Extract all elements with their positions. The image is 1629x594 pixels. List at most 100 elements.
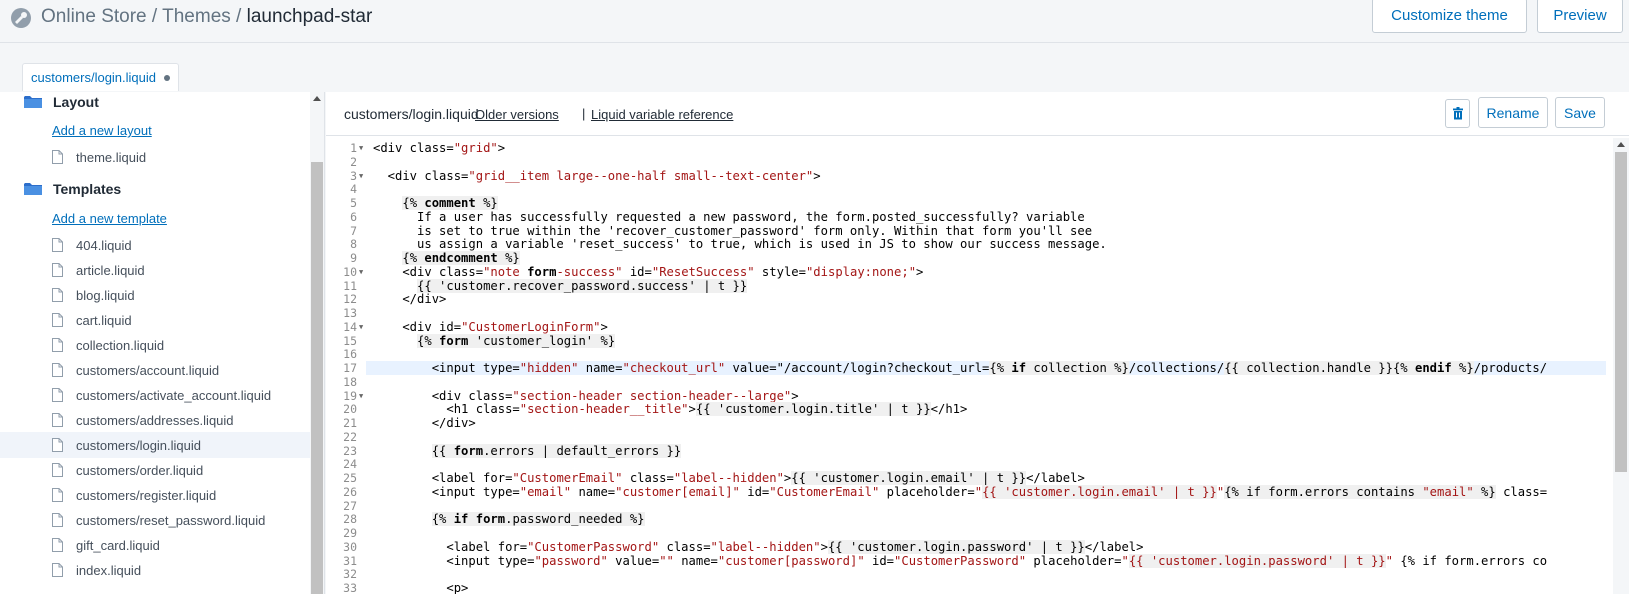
sidebar-file-label: 404.liquid: [76, 237, 132, 253]
sidebar-file-label: cart.liquid: [76, 312, 132, 328]
sidebar-file-item[interactable]: index.liquid: [0, 557, 310, 583]
code-line[interactable]: </div>: [373, 292, 446, 306]
code-editor-panel: customers/login.liquid Older versions | …: [326, 92, 1629, 594]
code-line[interactable]: {{ 'customer.recover_password.success' |…: [373, 278, 748, 293]
section-templates[interactable]: Templates: [24, 179, 121, 199]
sidebar-file-item[interactable]: 404.liquid: [0, 232, 310, 258]
breadcrumb-online-store[interactable]: Online Store: [41, 6, 147, 27]
code-line[interactable]: <div class="grid__item large--one-half s…: [373, 169, 821, 183]
sidebar-file-label: customers/register.liquid: [76, 487, 217, 503]
sidebar-file-item[interactable]: customers/activate_account.liquid: [0, 382, 310, 408]
fold-arrow-icon[interactable]: ▼: [359, 141, 363, 155]
code-line[interactable]: is set to true within the 'recover_custo…: [373, 224, 1092, 238]
file-icon: [52, 363, 63, 377]
delete-file-button[interactable]: [1445, 99, 1470, 128]
code-line[interactable]: <p>: [373, 581, 468, 594]
file-sidebar: Layout Add a new layout theme.liquid Tem…: [0, 92, 325, 594]
fold-arrow-icon[interactable]: ▼: [359, 265, 363, 279]
save-button[interactable]: Save: [1555, 97, 1605, 128]
file-icon: [52, 338, 63, 352]
rename-button[interactable]: Rename: [1478, 97, 1548, 128]
folder-icon: [24, 183, 42, 195]
tab-customers-login[interactable]: customers/login.liquid: [22, 63, 180, 91]
code-line[interactable]: <input type="password" value="" name="cu…: [373, 553, 1547, 568]
scroll-up-arrow-icon[interactable]: [1617, 142, 1625, 147]
code-line[interactable]: <div class="section-header section-heade…: [373, 389, 799, 403]
sidebar-file-item[interactable]: customers/login.liquid: [0, 432, 310, 458]
scroll-up-arrow-icon[interactable]: [313, 96, 321, 101]
sidebar-file-theme[interactable]: theme.liquid: [0, 144, 310, 170]
code-area[interactable]: 1 ▼ 2 3 ▼ 4 5 6 7 8 9 10 ▼ 11 12 13 14 ▼ 15 16 17 18 19 ▼ 20 21 22…: [326, 138, 1629, 594]
sidebar-file-label: customers/account.liquid: [76, 362, 220, 378]
sidebar-file-item[interactable]: customers/account.liquid: [0, 357, 310, 383]
file-icon: [52, 563, 63, 577]
trash-icon: [1452, 107, 1463, 120]
code-line[interactable]: {% comment %}: [373, 196, 498, 210]
line-number: 21: [343, 416, 357, 430]
sidebar-file-item[interactable]: customers/reset_password.liquid: [0, 507, 310, 533]
customize-theme-button[interactable]: Customize theme: [1372, 0, 1527, 33]
unsaved-indicator-icon: [164, 74, 171, 81]
sidebar-file-item[interactable]: customers/order.liquid: [0, 457, 310, 483]
code-line[interactable]: </div>: [373, 416, 476, 430]
fold-arrow-icon[interactable]: ▼: [359, 169, 363, 183]
line-number: 24: [343, 457, 357, 472]
line-number-gutter: 1 ▼ 2 3 ▼ 4 5 6 7 8 9 10 ▼ 11 12 13 14 ▼ 15 16 17 18 19 ▼ 20 21 22…: [326, 138, 366, 594]
file-icon: [52, 388, 63, 402]
preview-button[interactable]: Preview: [1537, 0, 1623, 33]
file-icon: [52, 438, 63, 452]
liquid-variable-reference-link[interactable]: Liquid variable reference: [591, 107, 733, 122]
code-line[interactable]: <input type="email" name="customer[email…: [373, 484, 1547, 499]
line-number: 16: [343, 347, 357, 362]
code-line[interactable]: <input type="hidden" name="checkout_url"…: [366, 361, 1606, 375]
code-line[interactable]: If a user has successfully requested a n…: [373, 210, 1085, 224]
breadcrumb-separator: /: [230, 6, 247, 27]
sidebar-file-item[interactable]: collection.liquid: [0, 332, 310, 358]
line-number: 13: [343, 306, 357, 320]
code-line[interactable]: {{ form.errors | default_errors }}: [373, 443, 682, 458]
line-number: 18: [343, 374, 357, 389]
sidebar-file-label: blog.liquid: [76, 287, 135, 303]
sidebar-file-label: customers/order.liquid: [76, 462, 204, 478]
code-line[interactable]: <div class="grid">: [373, 141, 505, 155]
file-icon: [52, 463, 63, 477]
line-number: 19: [343, 388, 357, 403]
older-versions-link[interactable]: Older versions: [475, 107, 559, 122]
sidebar-scroll-thumb[interactable]: [311, 162, 323, 594]
sidebar-file-item[interactable]: cart.liquid: [0, 307, 310, 333]
code-line[interactable]: {% if form.password_needed %}: [373, 512, 645, 527]
fold-arrow-icon[interactable]: ▼: [359, 389, 363, 403]
file-icon: [52, 538, 63, 552]
section-layout[interactable]: Layout: [24, 92, 99, 112]
line-number: 8: [350, 237, 357, 252]
code-line[interactable]: <label for="CustomerEmail" class="label-…: [373, 471, 1085, 485]
add-template-link[interactable]: Add a new template: [52, 211, 167, 226]
code-line[interactable]: <h1 class="section-header__title">{{ 'cu…: [373, 402, 967, 417]
code-line[interactable]: {% endcomment %}: [373, 251, 520, 265]
sidebar-file-item[interactable]: gift_card.liquid: [0, 532, 310, 558]
sidebar-file-label: customers/activate_account.liquid: [76, 387, 272, 403]
sidebar-file-item[interactable]: customers/addresses.liquid: [0, 407, 310, 433]
code-line[interactable]: <div class="note form-success" id="Reset…: [373, 265, 923, 279]
line-number: 28: [343, 512, 357, 527]
breadcrumb-themes[interactable]: Themes: [162, 6, 231, 27]
line-number: 6: [350, 209, 357, 224]
code-line[interactable]: {% form 'customer_login' %}: [373, 333, 616, 348]
code-line[interactable]: <label for="CustomerPassword" class="lab…: [373, 539, 1143, 554]
editor-scroll-thumb[interactable]: [1615, 152, 1627, 472]
sidebar-file-item[interactable]: article.liquid: [0, 257, 310, 283]
line-number: 1: [350, 141, 357, 155]
sidebar-file-item[interactable]: blog.liquid: [0, 282, 310, 308]
code-line[interactable]: us assign a variable 'reset_success' to …: [373, 237, 1107, 251]
line-number: 4: [350, 182, 357, 197]
line-number: 25: [343, 471, 357, 485]
line-number: 7: [350, 223, 357, 238]
line-number: 23: [343, 443, 357, 458]
line-number: 15: [343, 333, 357, 348]
sidebar-file-item[interactable]: customers/register.liquid: [0, 482, 310, 508]
add-layout-link[interactable]: Add a new layout: [52, 123, 152, 138]
file-icon: [52, 488, 63, 502]
fold-arrow-icon[interactable]: ▼: [359, 320, 363, 334]
code-line[interactable]: <div id="CustomerLoginForm">: [373, 320, 607, 334]
line-number: 3: [350, 168, 357, 183]
